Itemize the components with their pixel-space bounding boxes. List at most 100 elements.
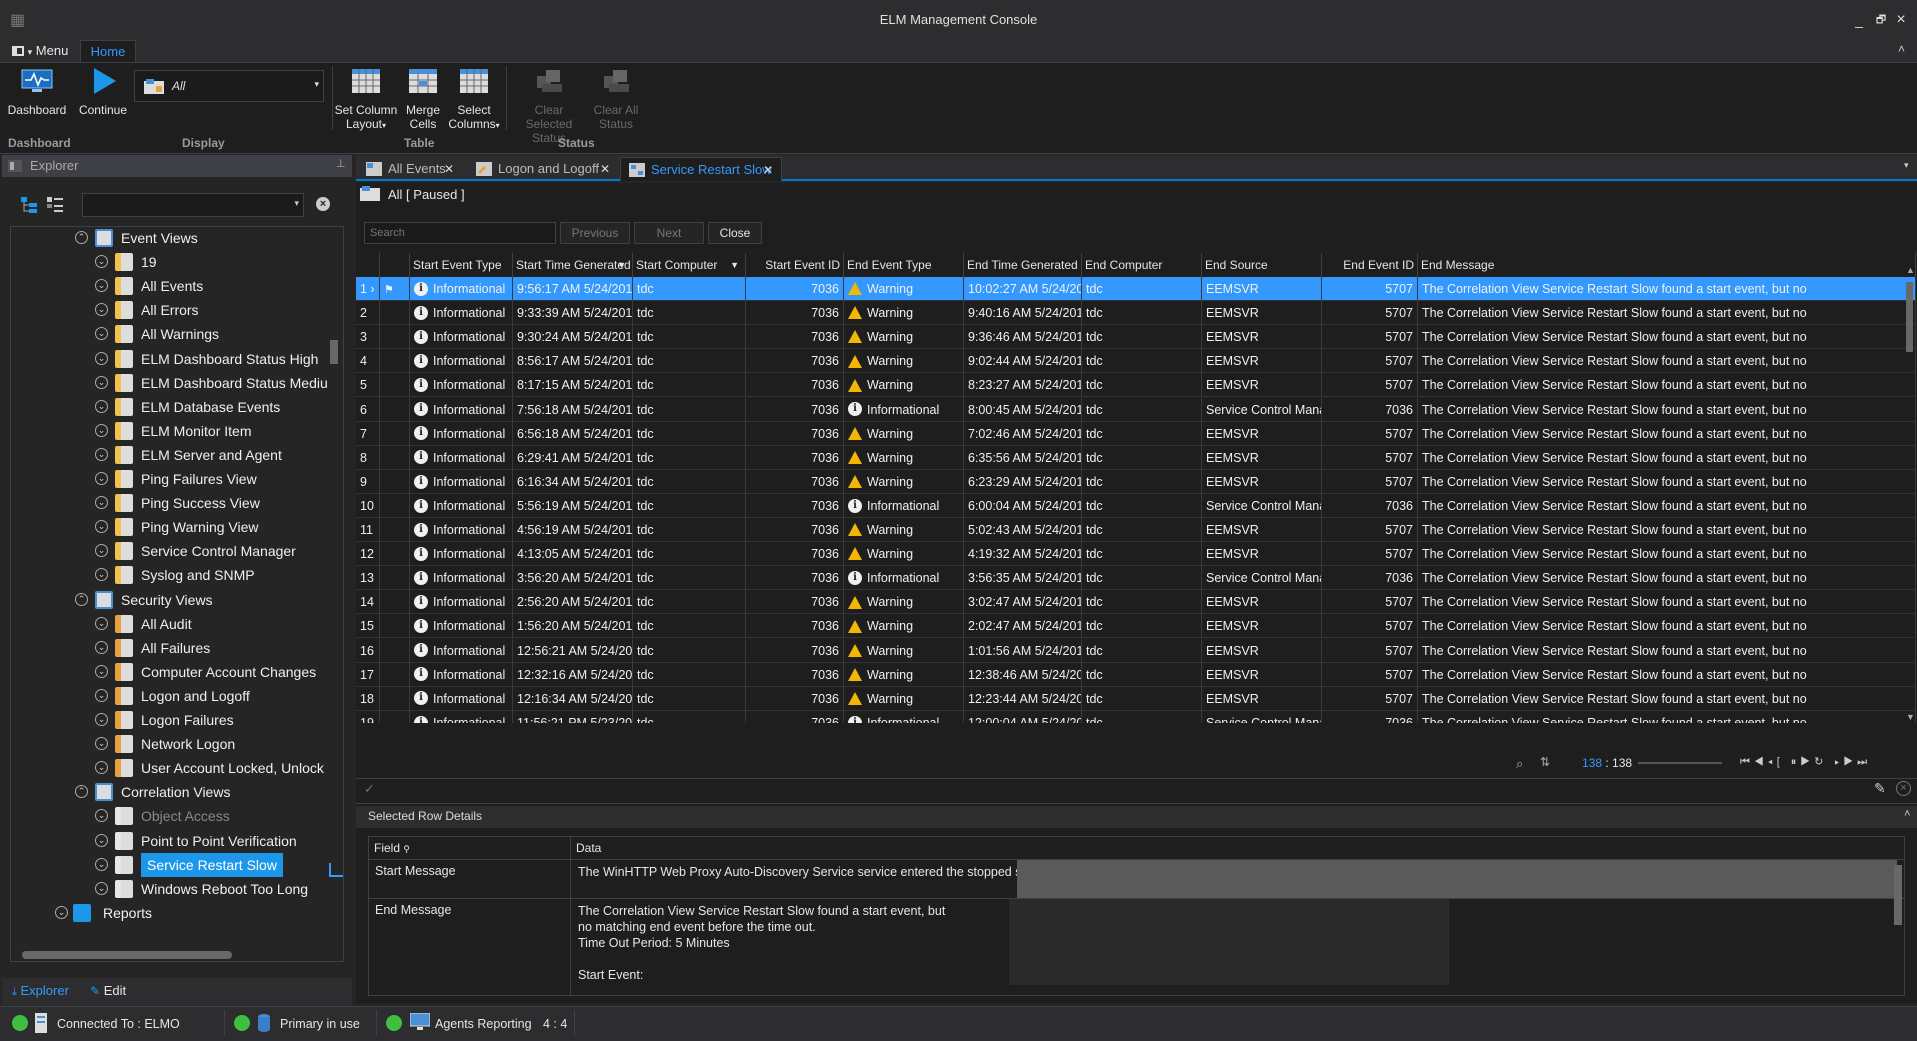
continue-button[interactable]: Continue: [74, 66, 132, 117]
table-row[interactable]: 5 i Informational 8:17:15 AM 5/24/2019 tdc 70…: [356, 373, 1916, 398]
table-row[interactable]: 12 i Informational 4:13:05 AM 5/24/2019 tdc 7…: [356, 542, 1916, 567]
set-column-layout-button[interactable]: Set Column Layout▾: [334, 66, 398, 133]
column-header-start-event-type[interactable]: Start Event Type: [410, 253, 513, 277]
expand-icon[interactable]: ⌄: [95, 496, 108, 510]
flag-icon[interactable]: ⚑: [384, 284, 394, 296]
tab-edit[interactable]: ✎ Edit: [90, 983, 126, 998]
clear-selected-status-button[interactable]: Clear Selected Status: [510, 66, 588, 145]
tab-home[interactable]: Home: [80, 40, 136, 63]
close-tab-icon[interactable]: ✕: [444, 157, 454, 181]
explorer-search-input[interactable]: ▾: [82, 193, 304, 217]
table-row[interactable]: 17iInformational12:32:16 AM 5/24/2019tdc…: [356, 662, 1916, 687]
pager-navigation-icons[interactable]: ⏮◀◂[ ⏸▶↻ ▸▶⏭: [1740, 755, 1871, 769]
column-header-indicator[interactable]: [356, 253, 380, 277]
expand-icon[interactable]: ⌄: [95, 664, 108, 678]
previous-button[interactable]: Previous: [560, 222, 630, 244]
pager-slider[interactable]: [1638, 762, 1722, 764]
expand-icon[interactable]: ⌄: [95, 640, 108, 654]
column-header-end-event-id[interactable]: End Event ID: [1322, 253, 1418, 277]
table-row[interactable]: 2 i Informational 9:33:39 AM 5/24/2019 tdc 70…: [356, 301, 1916, 326]
close-tab-icon[interactable]: ✕: [600, 157, 610, 181]
collapse-ribbon-icon[interactable]: ˄: [1898, 42, 1905, 56]
minimize-button[interactable]: _: [1848, 10, 1870, 30]
next-button[interactable]: Next: [634, 222, 704, 244]
clear-search-icon[interactable]: ×: [316, 197, 330, 211]
grid-search-input[interactable]: [364, 222, 556, 244]
clear-all-status-button[interactable]: Clear All Status: [590, 66, 642, 131]
expand-icon[interactable]: ⌄: [95, 327, 108, 341]
details-scrollbar[interactable]: [1894, 865, 1902, 925]
table-row[interactable]: 14 i Informational 2:56:20 AM 5/24/2019 tdc 7…: [356, 590, 1916, 615]
table-row[interactable]: 13 i Informational 3:56:20 AM 5/24/2019 tdc 7…: [356, 566, 1916, 591]
column-header-end-computer[interactable]: End Computer: [1082, 253, 1202, 277]
restore-button[interactable]: 🗗: [1870, 10, 1892, 30]
collapse-details-icon[interactable]: ˄: [1904, 808, 1910, 820]
collapse-icon[interactable]: ⌃: [75, 592, 88, 606]
expand-icon[interactable]: ⌄: [95, 809, 108, 823]
list-view-icon[interactable]: [46, 196, 64, 214]
close-tab-icon[interactable]: ✕: [763, 158, 773, 182]
tab-logon-and-logoff[interactable]: Logon and Logoff ✕: [468, 157, 618, 181]
tree-horizontal-scrollbar[interactable]: [22, 951, 232, 959]
expand-icon[interactable]: ⌄: [95, 688, 108, 702]
filter-dropdown-icon[interactable]: ▼: [730, 253, 739, 277]
pin-icon[interactable]: ⊥: [336, 157, 346, 170]
select-columns-button[interactable]: Select Columns▾: [446, 66, 502, 133]
table-row[interactable]: 18iInformational12:16:34 AM 5/24/2019tdc…: [356, 686, 1916, 711]
tree-view-icon[interactable]: [20, 196, 38, 214]
table-row[interactable]: 4 i Informational 8:56:17 AM 5/24/2019 tdc 70…: [356, 349, 1916, 374]
table-row[interactable]: 11 i Informational 4:56:19 AM 5/24/2019 tdc 7…: [356, 518, 1916, 542]
expand-icon[interactable]: ⌄: [95, 520, 108, 534]
sort-icon[interactable]: ⇅: [1540, 755, 1550, 769]
expand-icon[interactable]: ⌄: [95, 375, 108, 389]
table-row[interactable]: 19iInformational11:56:21 PM 5/23/2019tdc…: [356, 710, 1916, 723]
table-row[interactable]: 8 i Informational 6:29:41 AM 5/24/2019 tdc 70…: [356, 445, 1916, 470]
tab-explorer[interactable]: ⤓ Explorer: [12, 983, 69, 999]
details-field-header[interactable]: Field ⚲: [369, 837, 571, 859]
collapse-icon[interactable]: ⌃: [75, 785, 88, 799]
column-header-start-event-id[interactable]: Start Event ID: [746, 253, 844, 277]
expand-icon[interactable]: ⌄: [95, 303, 108, 317]
expand-icon[interactable]: ⌄: [95, 255, 108, 269]
table-row[interactable]: 16iInformational12:56:21 AM 5/24/2019tdc…: [356, 638, 1916, 663]
expand-icon[interactable]: ⌄: [95, 761, 108, 775]
edit-filter-icon[interactable]: ✎: [1874, 780, 1886, 797]
column-header-end-time-generated[interactable]: End Time Generated: [964, 253, 1082, 277]
expand-icon[interactable]: ⌄: [95, 857, 108, 871]
tab-service-restart-slow[interactable]: Service Restart Slow ✕: [620, 157, 782, 181]
table-row[interactable]: 9 i Informational 6:16:34 AM 5/24/2019 tdc 70…: [356, 469, 1916, 494]
expand-icon[interactable]: ⌄: [95, 568, 108, 582]
expand-icon[interactable]: ⌄: [95, 833, 108, 847]
column-header-start-computer[interactable]: Start Computer ▼: [633, 253, 746, 277]
column-header-end-event-type[interactable]: End Event Type: [844, 253, 964, 277]
expand-icon[interactable]: ⌄: [95, 616, 108, 630]
dashboard-button[interactable]: Dashboard: [6, 66, 68, 117]
column-header-start-time-generated[interactable]: Start Time Generated ▼: [513, 253, 633, 277]
expand-icon[interactable]: ⌄: [95, 399, 108, 413]
expand-icon[interactable]: ⌄: [95, 447, 108, 461]
grid-vertical-scrollbar[interactable]: [1906, 282, 1913, 352]
table-row[interactable]: 3 i Informational 9:30:24 AM 5/24/2019 tdc 70…: [356, 325, 1916, 350]
tree-vertical-scrollbar[interactable]: [330, 340, 338, 364]
zoom-search-icon[interactable]: ⌕: [1516, 756, 1523, 772]
close-search-button[interactable]: Close: [708, 222, 762, 244]
tab-overflow-icon[interactable]: ▾: [1904, 160, 1909, 171]
column-header-indicator[interactable]: [380, 253, 410, 277]
expand-icon[interactable]: ⌄: [95, 472, 108, 485]
close-window-button[interactable]: ×: [1890, 10, 1912, 30]
table-row[interactable]: 1 › ⚑ i Informational 9:56:17 AM 5/24/2019 td…: [356, 277, 1916, 301]
collapse-icon[interactable]: ⌃: [75, 231, 88, 244]
table-row[interactable]: 10 i Informational 5:56:19 AM 5/24/2019 tdc 7…: [356, 493, 1916, 518]
column-header-end-message[interactable]: End Message: [1418, 253, 1916, 277]
expand-icon[interactable]: ⌄: [95, 881, 108, 895]
merge-cells-button[interactable]: Merge Cells: [402, 66, 444, 131]
checkmark-icon[interactable]: ✓: [364, 781, 375, 797]
filter-icon[interactable]: ⚲: [403, 844, 410, 854]
scroll-down-icon[interactable]: ▼: [1906, 712, 1915, 722]
clear-filter-icon[interactable]: ×: [1896, 781, 1911, 796]
menu-button[interactable]: ▾ Menu: [6, 40, 74, 62]
expand-icon[interactable]: ⌄: [95, 279, 108, 293]
tab-all-events[interactable]: All Events ✕: [358, 157, 462, 181]
scroll-up-icon[interactable]: ▲: [1906, 265, 1915, 275]
table-row[interactable]: 6 i Informational 7:56:18 AM 5/24/2019 tdc 70…: [356, 397, 1916, 422]
